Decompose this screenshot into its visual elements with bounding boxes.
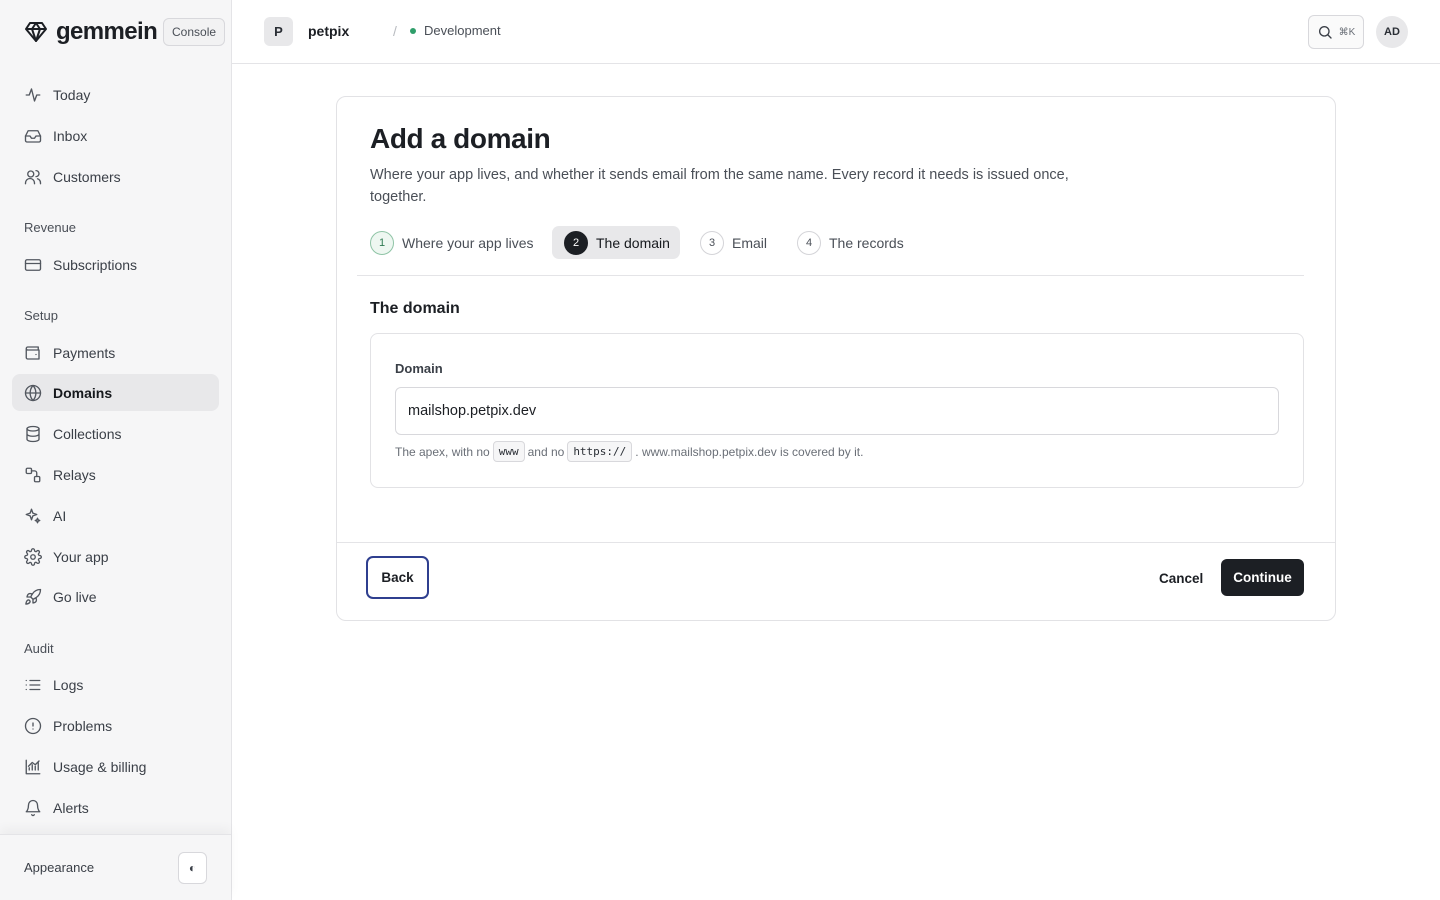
code-https: https:// — [567, 441, 633, 462]
sidebar-item-subscriptions[interactable]: Subscriptions — [12, 246, 219, 283]
credit-card-icon — [24, 256, 42, 274]
footer-divider — [337, 542, 1335, 543]
user-avatar[interactable]: AD — [1376, 16, 1408, 48]
sidebar-item-label: Problems — [53, 717, 113, 734]
step-number: 4 — [797, 230, 821, 255]
page-description: Where your app lives, and whether it sen… — [370, 167, 1069, 205]
sidebar-item-label: Inbox — [53, 127, 88, 144]
section-label-setup: Setup — [24, 308, 58, 323]
gem-logo-icon — [24, 20, 48, 44]
sidebar-item-label: Alerts — [53, 799, 89, 816]
sidebar-item-today[interactable]: Today — [12, 76, 219, 113]
theme-toggle-button[interactable]: ◐ — [178, 852, 207, 884]
section-title: The domain — [370, 300, 460, 317]
gear-icon — [24, 547, 42, 566]
step-label: Email — [732, 234, 768, 251]
sidebar-item-label: Subscriptions — [53, 256, 138, 273]
help-text-part: and no — [527, 444, 565, 459]
step-label: The domain — [596, 234, 670, 251]
sidebar-item-label: Domains — [53, 384, 113, 401]
project-avatar[interactable]: P — [264, 17, 293, 46]
wallet-icon — [24, 344, 42, 362]
step-the-records[interactable]: 4 The records — [797, 226, 917, 259]
sidebar-item-alerts[interactable]: Alerts — [12, 789, 219, 826]
users-icon — [24, 168, 42, 186]
steps-divider — [357, 275, 1304, 276]
breadcrumb-separator: / — [393, 23, 397, 39]
section-label-revenue: Revenue — [24, 220, 77, 235]
add-domain-card: Add a domain Where your app lives, and w… — [336, 96, 1336, 621]
database-icon — [24, 425, 42, 443]
continue-button[interactable]: Continue — [1221, 559, 1304, 596]
domain-help-text: The apex, with no www and no https:// . … — [395, 441, 863, 462]
sidebar-item-ai[interactable]: AI — [12, 497, 219, 534]
help-text-part: . www.mailshop.petpix.dev is covered by … — [635, 444, 864, 459]
sidebar-item-logs[interactable]: Logs — [12, 666, 219, 703]
sparkles-icon — [24, 507, 42, 525]
section-label-audit: Audit — [24, 641, 54, 656]
page-title: Add a domain — [370, 123, 551, 154]
project-name[interactable]: petpix — [308, 23, 349, 39]
activity-icon — [24, 86, 42, 104]
step-where-your-app-lives[interactable]: 1 Where your app lives — [370, 226, 540, 259]
search-button[interactable]: ⌘K — [1308, 15, 1364, 49]
contrast-icon: ◐ — [188, 861, 197, 875]
sidebar-item-inbox[interactable]: Inbox — [12, 117, 219, 154]
domain-field-label: Domain — [395, 361, 443, 376]
sidebar-item-label: Usage & billing — [53, 758, 147, 775]
help-text-part: The apex, with no — [395, 444, 490, 459]
topbar: P petpix / Development ⌘K AD — [232, 0, 1440, 64]
environment-selector[interactable]: Development — [410, 23, 501, 38]
sidebar-item-label: Customers — [53, 168, 121, 185]
sidebar-item-label: Your app — [53, 548, 109, 565]
sidebar-item-label: Payments — [53, 344, 116, 361]
search-shortcut: ⌘K — [1338, 26, 1356, 38]
sidebar-item-label: Logs — [53, 676, 84, 693]
domain-input[interactable] — [395, 387, 1279, 435]
sidebar-item-customers[interactable]: Customers — [12, 158, 219, 195]
sidebar-item-domains[interactable]: Domains — [12, 374, 219, 411]
bell-icon — [24, 799, 42, 817]
sidebar-item-your-app[interactable]: Your app — [12, 538, 219, 575]
inbox-icon — [24, 127, 42, 145]
step-label: Where your app lives — [402, 234, 534, 251]
alert-circle-icon — [24, 717, 42, 735]
sidebar-item-label: Today — [53, 86, 91, 103]
brand-name: gemmein — [56, 18, 158, 45]
step-email[interactable]: 3 Email — [700, 226, 780, 259]
list-icon — [24, 676, 42, 694]
step-label: The records — [829, 234, 904, 251]
search-icon — [1317, 24, 1333, 40]
sidebar: gemmein Console Today Inbox Customers Re… — [0, 0, 232, 900]
status-dot — [410, 27, 416, 34]
sidebar-item-go-live[interactable]: Go live — [12, 578, 219, 615]
rocket-icon — [24, 588, 42, 606]
appearance-label: Appearance — [24, 860, 95, 875]
sidebar-item-problems[interactable]: Problems — [12, 707, 219, 744]
sidebar-item-label: Go live — [53, 588, 97, 605]
step-number: 2 — [564, 230, 588, 255]
sidebar-item-payments[interactable]: Payments — [12, 334, 219, 371]
globe-icon — [24, 384, 42, 402]
console-button[interactable]: Console — [163, 18, 226, 46]
sidebar-item-relays[interactable]: Relays — [12, 456, 219, 493]
domain-field-group: Domain The apex, with no www and no http… — [370, 333, 1304, 488]
environment-label: Development — [424, 23, 501, 38]
sidebar-footer: Appearance ◐ — [0, 834, 231, 900]
sidebar-item-label: Collections — [53, 425, 122, 442]
brand[interactable]: gemmein — [24, 18, 158, 46]
step-number: 3 — [700, 230, 724, 255]
sidebar-item-label: AI — [53, 507, 67, 524]
cancel-button[interactable]: Cancel — [1145, 560, 1217, 596]
sidebar-item-usage-billing[interactable]: Usage & billing — [12, 748, 219, 785]
back-button[interactable]: Back — [366, 556, 429, 599]
chart-icon — [24, 758, 42, 776]
route-icon — [24, 466, 42, 484]
sidebar-item-collections[interactable]: Collections — [12, 415, 219, 452]
step-the-domain[interactable]: 2 The domain — [552, 226, 680, 259]
step-number: 1 — [370, 230, 394, 255]
code-www: www — [492, 441, 525, 462]
sidebar-item-label: Relays — [53, 466, 96, 483]
